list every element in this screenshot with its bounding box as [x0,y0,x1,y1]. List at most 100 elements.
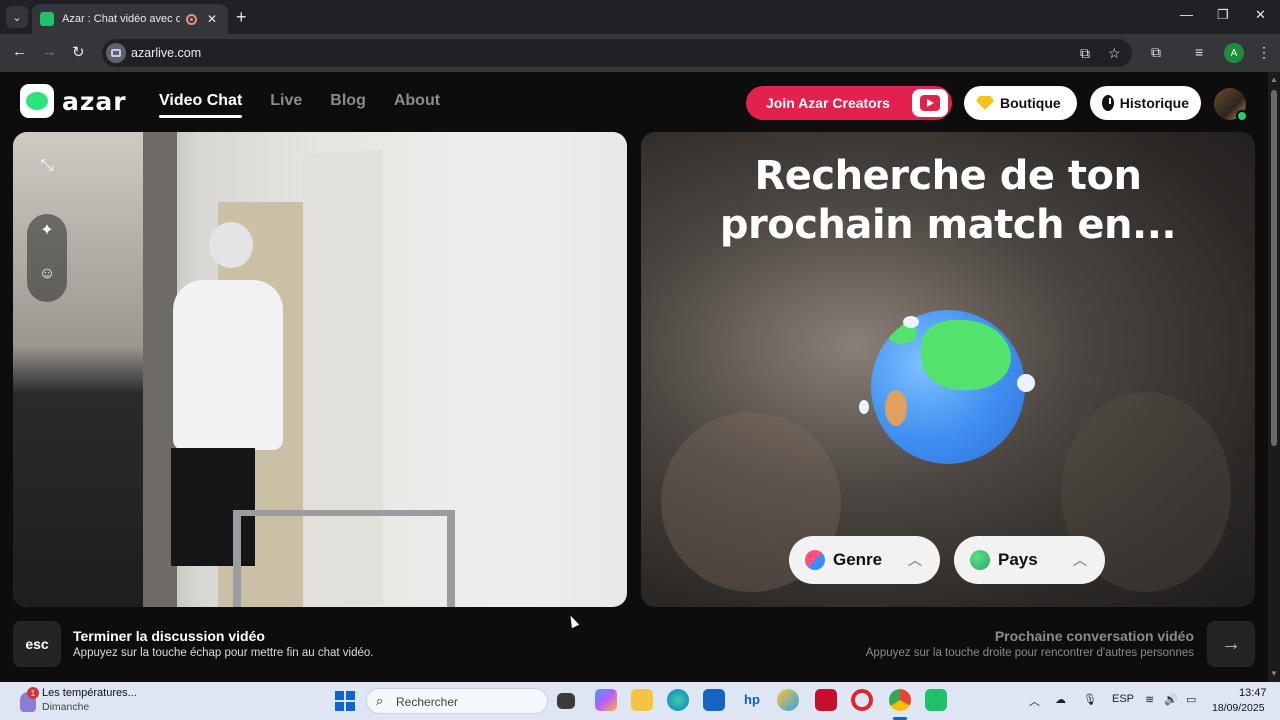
edge-icon[interactable] [667,689,689,711]
weather-title[interactable]: Les températures... [42,687,137,699]
minimize-button[interactable]: — [1180,7,1193,22]
microphone-icon[interactable]: 🎙 [1083,693,1097,706]
chrome-icon[interactable] [889,689,911,711]
headline-line-2: prochain match en... [719,202,1177,248]
tab-title: Azar : Chat vidéo avec de n [62,13,180,25]
chevron-up-icon: ︿ [1073,552,1087,568]
search-placeholder: Rechercher [396,695,459,709]
azar-logo[interactable]: azar [20,84,127,118]
url-text: azarlive.com [131,46,202,60]
face-filter-icon[interactable]: ☺ [30,257,64,291]
azar-page: azar Video Chat Live Blog About Join Aza… [0,72,1268,682]
earth-icon [970,550,990,570]
bookmark-star-icon[interactable]: ☆ [1108,45,1121,62]
main-nav: Video Chat Live Blog About [159,92,468,118]
end-chat-esc-button[interactable]: esc [13,621,61,667]
scroll-up-icon[interactable]: ▲ [1270,75,1278,84]
join-creators-label: Join Azar Creators [766,95,890,111]
nav-video-chat[interactable]: Video Chat [159,92,243,118]
browser-toolbar: ← → ↻ azarlive.com ⧉ ☆ ⧉ ≡ A ⋮ [0,34,1280,72]
effects-sparkle-icon[interactable]: ✦ [30,213,64,247]
boutique-label: Boutique [1000,95,1061,111]
online-badge [1236,110,1248,122]
logo-text: azar [62,86,127,116]
azar-logo-icon [20,84,54,118]
nav-about[interactable]: About [394,92,440,110]
volume-icon[interactable]: 🔊 [1164,693,1178,706]
recording-indicator-icon [186,13,197,25]
country-filter-label: Pays [998,550,1038,569]
camera-scene-chair [233,510,455,607]
azar-favicon-icon [40,12,54,26]
browser-menu-icon[interactable]: ⋮ [1257,44,1271,61]
chevron-up-icon: ︿ [908,552,922,568]
historique-button[interactable]: Historique [1090,86,1201,120]
hp-icon[interactable]: hp [741,689,763,711]
join-creators-button[interactable]: Join Azar Creators [746,86,952,120]
maximize-button[interactable]: ❐ [1217,7,1229,23]
windows-taskbar: 1 Les températures... Dimanche ⌕ Recherc… [0,682,1280,720]
page-scrollbar[interactable]: ▲ ▼ [1268,72,1280,682]
new-tab-button[interactable]: + [236,7,247,28]
gender-icon [805,550,825,570]
update-icon[interactable] [777,689,799,711]
copilot-icon[interactable] [595,689,617,711]
end-chat-subtitle: Appuyez sur la touche échap pour mettre … [73,647,374,659]
windows-start-icon[interactable] [335,691,355,711]
globe-icon [871,310,1025,464]
azar-app-icon[interactable] [925,689,947,711]
notification-badge: 1 [27,687,39,699]
tab-search-dropdown-icon[interactable]: ⌄ [6,6,28,28]
country-filter-button[interactable]: Pays ︿ [954,536,1105,584]
clock-date[interactable]: 18/09/2025 [1212,702,1265,714]
clock-icon [1102,95,1114,111]
end-chat-title: Terminer la discussion vidéo [73,628,265,644]
gem-icon [976,96,994,110]
gender-filter-label: Genre [833,550,883,569]
close-tab-icon[interactable]: ✕ [207,12,217,26]
file-explorer-icon[interactable] [631,689,653,711]
mcafee-icon[interactable] [815,689,837,711]
wifi-icon[interactable]: ≋ [1145,693,1154,706]
install-app-icon[interactable]: ⧉ [1080,45,1090,62]
search-icon: ⌕ [376,693,384,708]
camera-scene-person-body [173,280,283,450]
window-close-button[interactable]: ✕ [1255,7,1266,23]
collapse-video-icon[interactable]: ⤡ [30,149,64,183]
store-icon[interactable] [703,689,725,711]
match-search-panel: Recherche de ton prochain match en... Ge… [641,132,1255,607]
reload-button[interactable]: ↻ [72,43,85,61]
forward-button[interactable]: → [42,43,57,60]
site-info-icon[interactable] [106,43,126,63]
task-view-icon[interactable] [557,693,575,709]
next-chat-subtitle: Appuyez sur la touche droite pour rencon… [865,647,1194,659]
language-indicator[interactable]: ESP [1112,693,1134,705]
scroll-thumb[interactable] [1271,90,1277,446]
scroll-down-icon[interactable]: ▼ [1270,669,1278,678]
play-icon [912,89,948,117]
cloud-sync-icon[interactable]: ☁ [1055,693,1066,706]
back-button[interactable]: ← [12,43,27,60]
address-bar[interactable]: azarlive.com ⧉ ☆ [102,39,1132,67]
tray-overflow-icon[interactable]: ︿ [1029,693,1040,709]
user-avatar[interactable] [1214,88,1248,122]
media-controls-icon[interactable]: ≡ [1195,44,1203,60]
browser-tab[interactable]: Azar : Chat vidéo avec de n ✕ [32,4,228,34]
cloud-icon [1017,374,1035,392]
profile-avatar[interactable]: A [1224,43,1244,63]
opera-icon[interactable] [851,689,873,711]
weather-subtitle: Dimanche [42,701,90,713]
headline-line-1: Recherche de ton [754,153,1142,199]
camera-scene-person-head [209,222,253,268]
battery-icon[interactable]: ▭ [1186,693,1196,706]
gender-filter-button[interactable]: Genre ︿ [789,536,940,584]
taskbar-search[interactable]: ⌕ Rechercher [366,688,548,714]
boutique-button[interactable]: Boutique [964,86,1077,120]
extensions-icon[interactable]: ⧉ [1151,44,1161,61]
nav-blog[interactable]: Blog [330,92,366,110]
historique-label: Historique [1119,95,1189,111]
next-chat-title: Prochaine conversation vidéo [994,628,1194,644]
next-chat-arrow-button[interactable]: → [1207,621,1255,667]
nav-live[interactable]: Live [270,92,302,110]
clock-time[interactable]: 13:47 [1239,687,1267,699]
